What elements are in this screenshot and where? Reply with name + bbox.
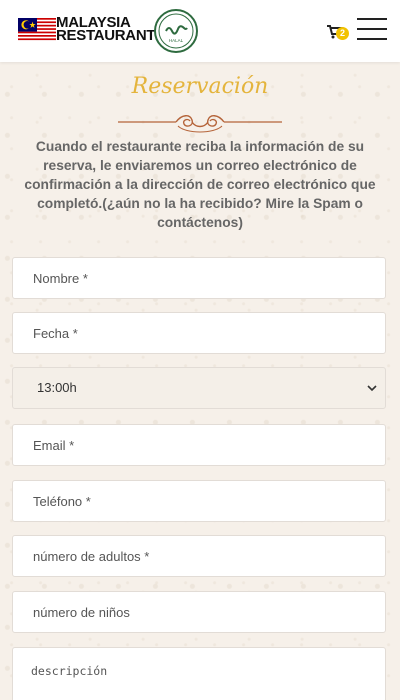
halal-text: HALAL — [169, 38, 184, 43]
reservation-intro-text: Cuando el restaurante reciba la informac… — [24, 139, 376, 230]
phone-input[interactable] — [12, 480, 386, 522]
chevron-down-icon — [367, 385, 377, 392]
decorative-divider-icon — [118, 115, 282, 133]
page-title: Reservación — [131, 74, 269, 99]
malaysia-flag-icon — [18, 18, 56, 42]
time-select-value: 13:00h — [37, 380, 77, 395]
brand-name[interactable]: MALAYSIA RESTAURANT — [56, 15, 156, 44]
name-input[interactable] — [12, 257, 386, 299]
halal-logo-icon: HALAL — [154, 9, 198, 53]
date-input[interactable] — [12, 312, 386, 354]
site-header: MALAYSIA RESTAURANT HALAL 2 — [0, 0, 400, 62]
adults-count-input[interactable] — [12, 535, 386, 577]
brand-line-2: RESTAURANT — [56, 27, 156, 44]
cart-count-badge[interactable]: 2 — [336, 27, 349, 40]
description-textarea[interactable] — [12, 647, 386, 700]
hamburger-menu-icon[interactable] — [357, 16, 387, 42]
time-select[interactable]: 13:00h — [12, 367, 386, 409]
email-input[interactable] — [12, 424, 386, 466]
children-count-input[interactable] — [12, 591, 386, 633]
